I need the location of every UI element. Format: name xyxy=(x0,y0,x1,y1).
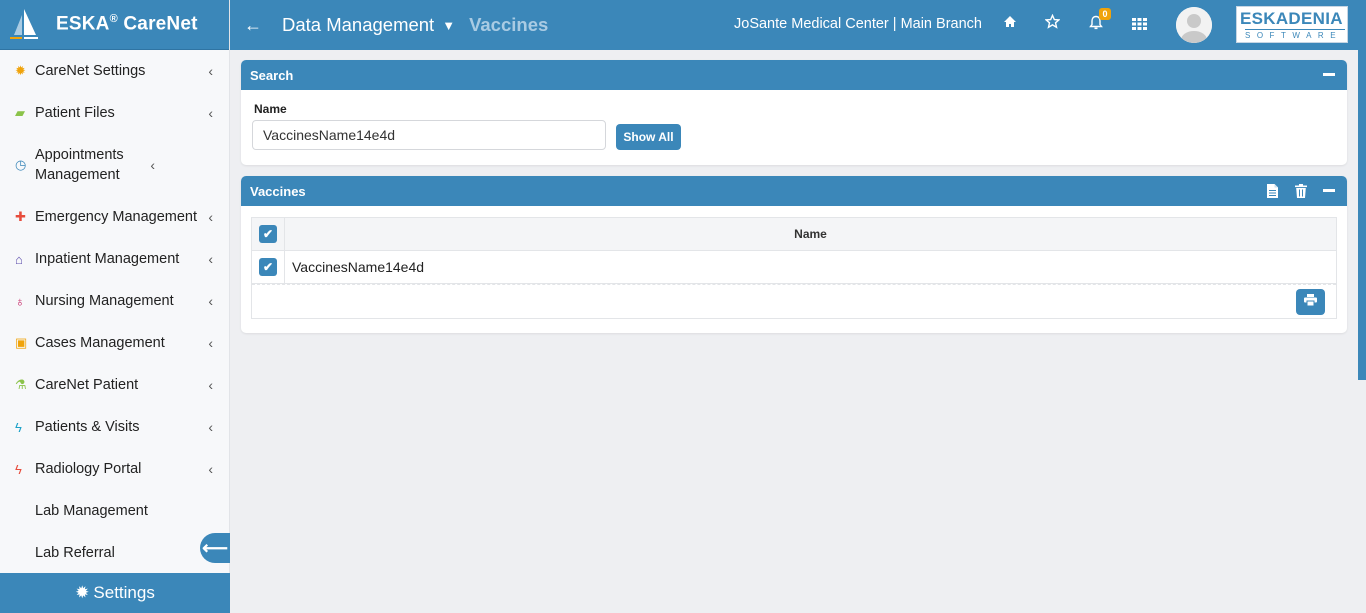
grid-menu-icon[interactable] xyxy=(1132,17,1147,33)
search-panel-header: Search xyxy=(241,60,1347,90)
vaccines-panel: Vaccines ✔ Name ✔ VaccinesName14e4d xyxy=(241,176,1347,333)
sidebar-item-emergency-management[interactable]: ✚ Emergency Management ‹ xyxy=(0,196,229,238)
brand: ESKA® CareNet xyxy=(0,0,229,50)
chevron-left-icon: ‹ xyxy=(150,157,155,173)
app-title: ESKA® CareNet xyxy=(56,13,198,35)
row-checkbox[interactable]: ✔ xyxy=(259,258,277,276)
table-header-row: ✔ Name xyxy=(252,217,1336,251)
sidebar-item-label: Cases Management xyxy=(35,335,165,351)
search-panel-title: Search xyxy=(250,67,294,83)
arrow-left-icon: ⟵ xyxy=(202,537,228,558)
plus-icon: ✚ xyxy=(15,209,26,224)
chevron-left-icon: ‹ xyxy=(208,377,213,393)
settings-button[interactable]: ✹ Settings xyxy=(0,573,230,613)
folder-icon: ▰ xyxy=(15,105,25,120)
table-row[interactable]: ✔ VaccinesName14e4d xyxy=(252,250,1336,284)
page-scrollbar[interactable] xyxy=(1358,50,1366,380)
trash-icon[interactable] xyxy=(1295,184,1307,201)
sidebar-item-label: Inpatient Management xyxy=(35,251,180,267)
chevron-down-icon[interactable]: ▼ xyxy=(442,18,455,33)
name-input[interactable] xyxy=(252,120,606,150)
sidebar-item-label: Lab Referral xyxy=(35,545,115,561)
chevron-left-icon: ‹ xyxy=(208,419,213,435)
back-arrow-icon[interactable]: ← xyxy=(244,15,264,36)
sidebar-item-carenet-patient[interactable]: ⚗ CareNet Patient ‹ xyxy=(0,364,229,406)
flask-icon: ⚗ xyxy=(15,377,27,392)
sidebar-menu: ✹ CareNet Settings ‹ ▰ Patient Files ‹ ◷ Appoin… xyxy=(0,50,229,574)
sidebar-item-label: Patient Files xyxy=(35,105,115,121)
star-icon[interactable] xyxy=(1044,13,1061,32)
sidebar-item-patients-visits[interactable]: ϟ Patients & Visits ‹ xyxy=(0,406,229,448)
collapse-sidebar-button[interactable]: ⟵ xyxy=(200,533,230,563)
collapse-icon[interactable] xyxy=(1323,183,1335,192)
sidebar-item-patient-files[interactable]: ▰ Patient Files ‹ xyxy=(0,92,229,134)
logo-text: ESKADENIA xyxy=(1240,9,1343,28)
sidebar-item-label: Appointments Management xyxy=(35,147,124,183)
sidebar-item-label: Lab Management xyxy=(35,503,148,519)
sidebar-item-lab-management[interactable]: Lab Management xyxy=(0,490,229,532)
vaccines-table: ✔ Name ✔ VaccinesName14e4d xyxy=(251,217,1337,319)
clock-icon: ◷ xyxy=(15,157,27,172)
home-icon: ⌂ xyxy=(15,251,23,267)
sidebar-item-carenet-settings[interactable]: ✹ CareNet Settings ‹ xyxy=(0,50,229,92)
settings-label: Settings xyxy=(93,583,155,602)
new-document-icon[interactable] xyxy=(1266,183,1279,202)
sailboat-logo-icon xyxy=(8,5,40,45)
sidebar-item-lab-referral[interactable]: Lab Referral xyxy=(0,532,229,574)
sidebar-item-appointments-management[interactable]: ◷ Appointments Management ‹ xyxy=(0,134,229,196)
chevron-left-icon: ‹ xyxy=(208,293,213,309)
sidebar-item-nursing-management[interactable]: ♁ Nursing Management ‹ xyxy=(0,280,229,322)
row-checkbox-cell: ✔ xyxy=(252,250,285,284)
organization-selector[interactable]: JoSante Medical Center | Main Branch xyxy=(734,16,982,32)
sidebar-item-label: Emergency Management xyxy=(35,209,197,225)
image-icon: ▣ xyxy=(15,335,28,350)
gear-icon: ✹ xyxy=(15,63,26,78)
stethoscope-icon: ♁ xyxy=(15,293,25,309)
bolt-icon: ϟ xyxy=(15,461,22,477)
logo-subtext: SOFTWARE xyxy=(1245,29,1345,40)
sidebar: ESKA® CareNet ✹ CareNet Settings ‹ ▰ Patient… xyxy=(0,0,230,613)
chevron-left-icon: ‹ xyxy=(208,461,213,477)
avatar[interactable] xyxy=(1176,7,1212,43)
sidebar-item-label: Radiology Portal xyxy=(35,461,142,477)
chevron-left-icon: ‹ xyxy=(208,105,213,121)
search-panel: Search Name Show All xyxy=(241,60,1347,165)
select-all-cell: ✔ xyxy=(252,217,285,251)
show-all-button[interactable]: Show All xyxy=(616,124,681,150)
breadcrumb-data-management[interactable]: Data Management xyxy=(282,14,434,36)
sidebar-item-label: CareNet Patient xyxy=(35,377,139,393)
gear-icon: ✹ xyxy=(75,583,90,602)
print-button[interactable] xyxy=(1296,289,1325,315)
chevron-left-icon: ‹ xyxy=(208,335,213,351)
eskadenia-logo: ESKADENIA SOFTWARE xyxy=(1236,6,1348,43)
notification-badge: 0 xyxy=(1099,8,1111,20)
vaccines-panel-header: Vaccines xyxy=(241,176,1347,206)
select-all-checkbox[interactable]: ✔ xyxy=(259,225,277,243)
table-footer xyxy=(252,284,1336,318)
chevron-left-icon: ‹ xyxy=(208,63,213,79)
sidebar-item-cases-management[interactable]: ▣ Cases Management ‹ xyxy=(0,322,229,364)
sidebar-item-inpatient-management[interactable]: ⌂ Inpatient Management ‹ xyxy=(0,238,229,280)
row-name-cell: VaccinesName14e4d xyxy=(292,259,425,275)
sidebar-item-radiology-portal[interactable]: ϟ Radiology Portal ‹ xyxy=(0,448,229,490)
top-bar: ← Data Management ▼ Vaccines JoSante Med… xyxy=(230,0,1366,50)
chevron-left-icon: ‹ xyxy=(208,209,213,225)
bolt-icon: ϟ xyxy=(15,419,22,435)
name-label: Name xyxy=(254,102,287,116)
column-header-name[interactable]: Name xyxy=(285,227,1336,241)
collapse-icon[interactable] xyxy=(1323,67,1335,76)
sidebar-item-label: CareNet Settings xyxy=(35,63,146,79)
sidebar-item-label: Nursing Management xyxy=(35,293,174,309)
chevron-left-icon: ‹ xyxy=(208,251,213,267)
page-title: Vaccines xyxy=(469,14,549,35)
home-icon[interactable] xyxy=(1003,15,1017,31)
sidebar-item-label: Patients & Visits xyxy=(35,419,140,435)
print-icon xyxy=(1304,293,1317,311)
vaccines-panel-title: Vaccines xyxy=(250,183,306,199)
